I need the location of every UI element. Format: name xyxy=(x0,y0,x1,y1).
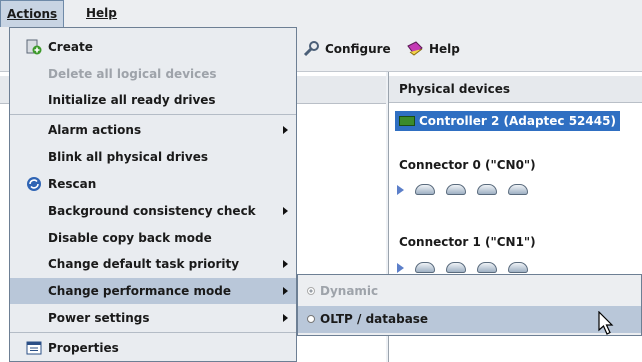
submenu-item-dynamic[interactable]: Dynamic xyxy=(298,278,641,305)
menu-item-power-label: Power settings xyxy=(48,311,150,325)
menu-item-consistency[interactable]: Background consistency check xyxy=(10,198,296,224)
drive-icon[interactable] xyxy=(477,184,497,195)
controller-label: Controller 2 (Adaptec 52445) xyxy=(419,114,616,128)
submenu-item-dynamic-label: Dynamic xyxy=(320,284,379,298)
connector-1-drives xyxy=(397,262,528,273)
submenu-item-oltp[interactable]: OLTP / database xyxy=(298,306,641,333)
menu-item-consistency-label: Background consistency check xyxy=(48,204,256,218)
physical-devices-header: Physical devices xyxy=(389,76,642,103)
create-icon xyxy=(26,39,42,55)
toolbar-help-button[interactable]: Help xyxy=(406,38,460,60)
menu-item-priority[interactable]: Change default task priority xyxy=(10,251,296,277)
submenu-arrow-icon xyxy=(283,314,288,322)
menu-item-blink[interactable]: Blink all physical drives xyxy=(10,144,296,170)
drive-icon[interactable] xyxy=(446,184,466,195)
menubar: Actions Help xyxy=(0,0,642,28)
menu-item-alarm-label: Alarm actions xyxy=(48,123,142,137)
drive-icon[interactable] xyxy=(508,262,528,273)
expand-icon[interactable] xyxy=(397,262,404,273)
drive-icon[interactable] xyxy=(446,262,466,273)
mouse-cursor-icon xyxy=(598,311,614,335)
connector-0-drives xyxy=(397,184,528,195)
menu-item-rescan-label: Rescan xyxy=(48,177,97,191)
controller-icon xyxy=(399,116,415,126)
help-menu[interactable]: Help xyxy=(80,0,123,27)
connector-0-label: Connector 0 ("CN0") xyxy=(399,158,536,172)
configure-label: Configure xyxy=(325,42,391,56)
menu-item-rescan[interactable]: Rescan xyxy=(10,171,296,197)
menu-item-performance-label: Change performance mode xyxy=(48,284,231,298)
configure-button[interactable]: Configure xyxy=(302,38,391,60)
menu-separator xyxy=(10,114,296,115)
drive-icon[interactable] xyxy=(415,262,435,273)
expand-icon[interactable] xyxy=(397,184,404,195)
menu-item-delete-logical-label: Delete all logical devices xyxy=(48,67,217,81)
radio-selected-icon xyxy=(307,287,315,295)
submenu-arrow-icon xyxy=(283,126,288,134)
drive-icon[interactable] xyxy=(415,184,435,195)
properties-icon xyxy=(26,341,42,355)
menu-item-power[interactable]: Power settings xyxy=(10,305,296,331)
menu-item-initialize[interactable]: Initialize all ready drives xyxy=(10,87,296,113)
connector-1-label: Connector 1 ("CN1") xyxy=(399,235,536,249)
menu-item-copyback-label: Disable copy back mode xyxy=(48,231,212,245)
help-book-icon xyxy=(407,41,423,56)
menu-item-delete-logical[interactable]: Delete all logical devices xyxy=(10,61,296,87)
submenu-item-oltp-label: OLTP / database xyxy=(320,312,429,326)
performance-submenu: Dynamic OLTP / database xyxy=(297,274,642,336)
menu-item-copyback[interactable]: Disable copy back mode xyxy=(10,225,296,251)
actions-dropdown: Create Delete all logical devices Initia… xyxy=(9,27,297,362)
wrench-icon xyxy=(303,41,319,57)
menu-item-alarm[interactable]: Alarm actions xyxy=(10,117,296,143)
drive-icon[interactable] xyxy=(508,184,528,195)
submenu-arrow-icon xyxy=(283,260,288,268)
menu-item-create[interactable]: Create xyxy=(10,34,296,60)
actions-menu-label: Actions xyxy=(7,7,58,21)
radio-icon xyxy=(307,315,315,323)
menu-item-properties-label: Properties xyxy=(48,341,119,355)
help-menu-label: Help xyxy=(86,6,117,20)
menu-item-create-label: Create xyxy=(48,40,93,54)
actions-menu[interactable]: Actions xyxy=(0,0,65,27)
submenu-arrow-icon xyxy=(283,207,288,215)
menu-item-properties[interactable]: Properties xyxy=(10,335,296,361)
menu-item-performance[interactable]: Change performance mode xyxy=(10,278,296,304)
controller-item[interactable]: Controller 2 (Adaptec 52445) xyxy=(395,111,620,131)
menu-item-blink-label: Blink all physical drives xyxy=(48,150,209,164)
menu-item-initialize-label: Initialize all ready drives xyxy=(48,93,216,107)
drive-icon[interactable] xyxy=(477,262,497,273)
rescan-icon xyxy=(27,177,41,191)
menu-item-priority-label: Change default task priority xyxy=(48,257,240,271)
submenu-arrow-icon xyxy=(283,287,288,295)
menu-separator xyxy=(10,332,296,333)
toolbar-help-label: Help xyxy=(429,42,460,56)
